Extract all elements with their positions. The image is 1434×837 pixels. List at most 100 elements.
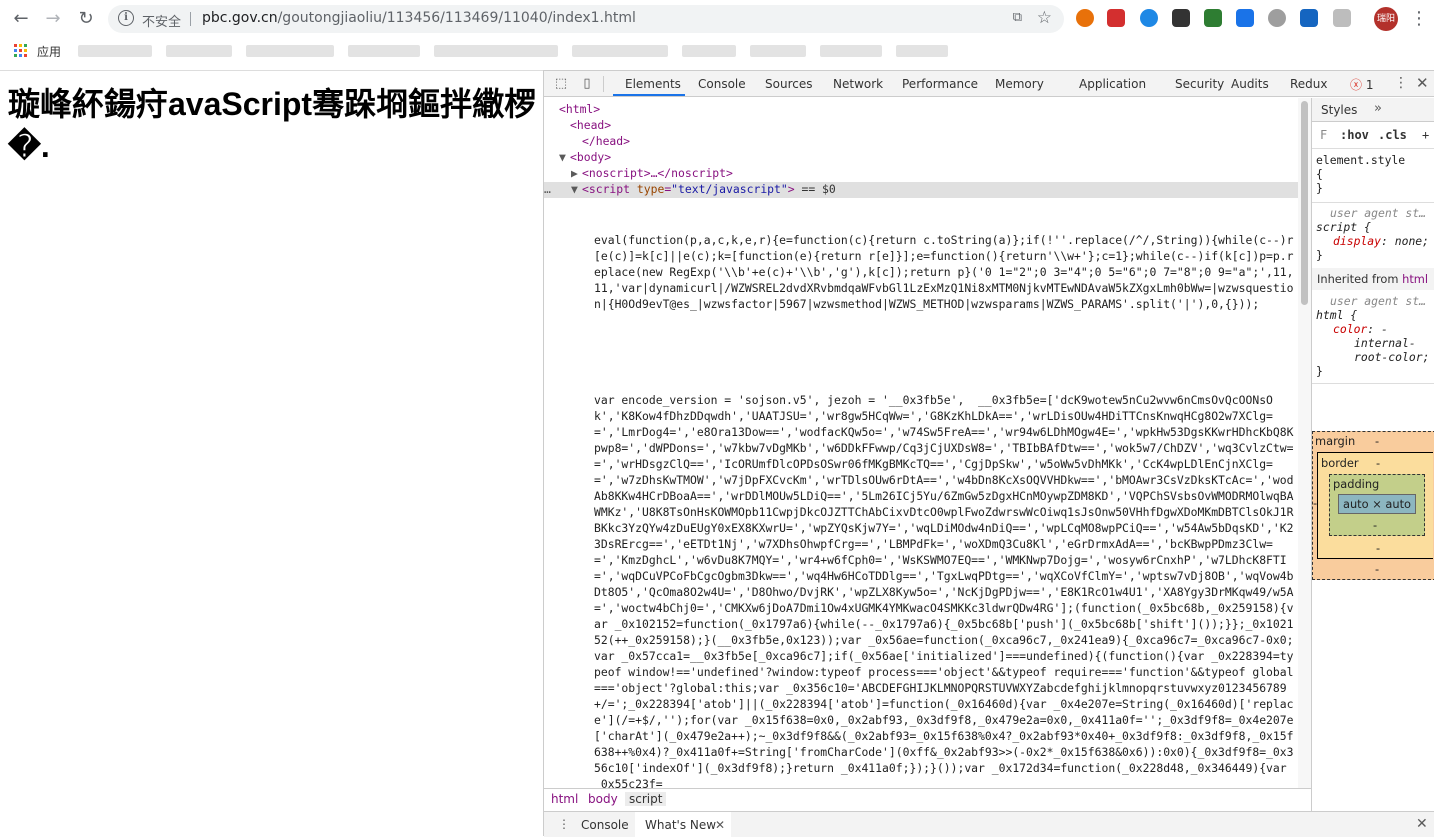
back-icon[interactable]: ←	[10, 8, 32, 30]
devtools-close-icon[interactable]: ✕	[1416, 74, 1429, 92]
bookmark-item[interactable]	[246, 45, 334, 57]
forward-icon[interactable]: →	[42, 8, 64, 30]
extension-orange-icon[interactable]	[1076, 9, 1094, 27]
inherited-tag[interactable]: html	[1402, 272, 1428, 286]
tab-redux[interactable]: Redux	[1290, 77, 1328, 91]
tab-styles[interactable]: Styles	[1321, 103, 1357, 117]
error-counter[interactable]: ⓧ 1	[1350, 76, 1373, 93]
bookmark-item[interactable]	[166, 45, 232, 57]
extension-blue-icon[interactable]	[1236, 9, 1254, 27]
bookmark-item[interactable]	[348, 45, 420, 57]
separator	[190, 12, 191, 26]
border-top-value: -	[1376, 456, 1381, 470]
address-bar[interactable]: i 不安全 pbc.gov.cn/goutongjiaoliu/113456/1…	[108, 5, 1064, 33]
inherited-header: Inherited from html	[1312, 268, 1434, 290]
cls-toggle[interactable]: .cls	[1378, 128, 1407, 142]
box-model-border[interactable]: border - - - padding auto × auto -	[1313, 452, 1433, 559]
extension-paragraph-icon[interactable]	[1172, 9, 1190, 27]
tab-audits[interactable]: Audits	[1231, 77, 1269, 91]
bookmark-item[interactable]	[750, 45, 806, 57]
elements-scroll-thumb[interactable]	[1301, 101, 1308, 305]
evernote-icon[interactable]	[1204, 9, 1222, 27]
dom-node-head-close: </head>	[582, 134, 631, 148]
url-text[interactable]: pbc.gov.cn/goutongjiaoliu/113456/113469/…	[202, 10, 636, 26]
hov-toggle[interactable]: :hov	[1340, 128, 1369, 142]
bookmark-item[interactable]	[820, 45, 882, 57]
devtools-menu-icon[interactable]: ⋮	[1394, 75, 1408, 91]
extension-fe-icon[interactable]	[1107, 9, 1125, 27]
brace-close: }	[1316, 364, 1323, 378]
tab-performance[interactable]: Performance	[902, 77, 978, 91]
script-source[interactable]: eval(function(p,a,c,k,e,r){e=function(c)…	[594, 200, 1296, 788]
prop-color: color	[1333, 322, 1368, 336]
drawer-menu-icon[interactable]: ⋮	[558, 817, 570, 831]
extension-circle-icon[interactable]	[1140, 9, 1158, 27]
script-attr-name: type	[636, 182, 665, 196]
tab-application[interactable]: Application	[1079, 77, 1146, 91]
expand-noscript-icon[interactable]: ▶	[571, 165, 578, 181]
dom-node-noscript[interactable]: <noscript>…</noscript>	[582, 165, 733, 181]
error-count: 1	[1365, 78, 1374, 92]
styles-pane: Styles » F :hov .cls + element.style{} u…	[1311, 98, 1434, 811]
drawer-tab-whats-new[interactable]: What's New	[645, 818, 716, 832]
margin-label: margin	[1315, 434, 1356, 448]
box-model-margin[interactable]: margin - - border - - - padding auto × a…	[1312, 431, 1434, 580]
tab-network[interactable]: Network	[833, 77, 883, 91]
rule-selector-script: script {	[1316, 220, 1371, 234]
expand-script-icon[interactable]: ▼	[571, 181, 578, 197]
tab-security[interactable]: Security	[1175, 77, 1224, 91]
padding-bottom-value: -	[1373, 518, 1378, 532]
bookmark-item[interactable]	[78, 45, 152, 57]
new-rule-icon[interactable]: +	[1422, 128, 1429, 142]
breadcrumb: html body script	[544, 788, 1311, 810]
node-more-icon[interactable]: …	[544, 181, 551, 197]
avatar[interactable]: 瑞阳	[1374, 7, 1398, 31]
extension-grid-icon[interactable]	[1333, 9, 1351, 27]
tab-elements[interactable]: Elements	[625, 77, 681, 91]
dom-node-body[interactable]: <body>	[570, 149, 611, 165]
border-label: border	[1321, 456, 1359, 470]
tab-memory[interactable]: Memory	[995, 77, 1044, 91]
dom-node-script[interactable]: <script type="text/javascript"> == $0	[582, 181, 836, 197]
dom-node-html[interactable]: <html>	[559, 101, 600, 117]
box-model-content[interactable]: auto × auto	[1338, 494, 1416, 514]
breadcrumb-body[interactable]: body	[588, 792, 618, 806]
devtools-drawer: ⋮ Console What's New ✕ ✕	[544, 811, 1434, 837]
drawer-close-icon[interactable]: ✕	[1416, 816, 1428, 832]
bookmark-item[interactable]	[434, 45, 558, 57]
apps-icon[interactable]	[14, 44, 28, 58]
browser-menu-icon[interactable]: ⋮	[1410, 8, 1428, 29]
extension-wave-icon[interactable]	[1300, 9, 1318, 27]
bookmark-item[interactable]	[572, 45, 668, 57]
bookmark-item[interactable]	[682, 45, 736, 57]
box-model-padding[interactable]: padding auto × auto -	[1329, 474, 1425, 536]
dom-node-head[interactable]: <head>	[570, 117, 611, 133]
inspect-element-icon[interactable]: ⬚	[553, 76, 569, 92]
drawer-tab-console[interactable]: Console	[581, 818, 629, 832]
filter-input[interactable]: F	[1320, 128, 1327, 142]
drawer-tab-close-icon[interactable]: ✕	[715, 818, 725, 832]
reload-icon[interactable]: ↻	[75, 8, 97, 30]
info-icon[interactable]: i	[118, 10, 134, 26]
bookmarks-bar: 应用	[0, 38, 1434, 66]
tab-console[interactable]: Console	[698, 77, 746, 91]
device-toolbar-icon[interactable]: ▯	[579, 76, 595, 92]
border-left-value: -	[1313, 496, 1318, 510]
tab-sources[interactable]: Sources	[765, 77, 812, 91]
bookmark-star-icon[interactable]: ☆	[1037, 8, 1052, 28]
element-style-rule[interactable]: element.style{}	[1316, 153, 1405, 195]
bookmark-item[interactable]	[896, 45, 948, 57]
breadcrumb-html[interactable]: html	[551, 792, 578, 806]
element-style-selector: element.style	[1316, 153, 1406, 167]
translate-icon[interactable]: ⧉	[1013, 10, 1022, 25]
page-viewport: 璇峰紑鍚疛avaScript骞跺埛鏂拌繖椤�.	[0, 70, 543, 836]
margin-top-value: -	[1375, 434, 1380, 448]
apps-label[interactable]: 应用	[37, 43, 61, 60]
divider	[1312, 383, 1434, 384]
expand-body-icon[interactable]: ▼	[559, 149, 566, 165]
active-tab-indicator	[613, 94, 685, 96]
more-tabs-icon[interactable]: »	[1374, 101, 1382, 116]
breadcrumb-script[interactable]: script	[625, 792, 667, 806]
extension-camera-icon[interactable]	[1268, 9, 1286, 27]
